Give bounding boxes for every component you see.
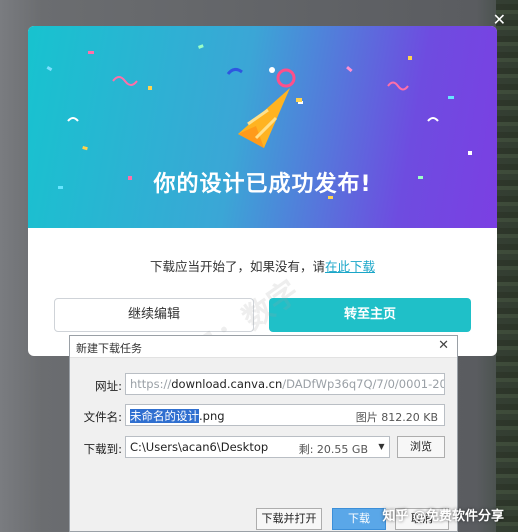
url-path: /DADfWp36q7Q/7/0/0001-2004215 [282,377,444,391]
browse-button[interactable]: 浏览 [397,436,445,458]
dialog-close-icon[interactable]: ✕ [438,338,449,353]
dialog-title: 新建下载任务 [76,342,142,355]
download-message-text: 下载应当开始了，如果没有，请 [149,259,325,274]
url-field[interactable]: https://download.canva.cn/DADfWp36q7Q/7/… [125,373,445,395]
continue-editing-button[interactable]: 继续编辑 [54,298,254,332]
publish-success-dialog: 你的设计已成功发布! 下载应当开始了，如果没有，请在此下载 继续编辑 转至主页 [28,26,497,356]
celebration-banner: 你的设计已成功发布! [28,26,497,228]
dialog-titlebar: 新建下载任务 ✕ [70,336,457,358]
download-button[interactable]: 下载 [332,508,386,530]
download-task-dialog: 新建下载任务 ✕ 网址: https://download.canva.cn/D… [69,335,458,532]
path-dropdown-icon[interactable]: ▼ [374,436,390,458]
save-location-row: 下载到: C:\Users\acan6\Desktop 剩: 20.55 GB … [70,436,457,460]
party-popper-icon [238,67,302,148]
save-location-label: 下载到: [83,442,122,456]
save-path-field[interactable]: C:\Users\acan6\Desktop 剩: 20.55 GB [125,436,375,458]
file-info: 图片 812.20 KB [356,409,438,425]
url-row: 网址: https://download.canva.cn/DADfWp36q7… [70,373,457,397]
url-label: 网址: [95,379,122,393]
go-to-home-button[interactable]: 转至主页 [269,298,471,332]
filename-row: 文件名: 未命名的设计.png 图片 812.20 KB [70,404,457,428]
download-here-link[interactable]: 在此下载 [325,259,375,274]
filename-selected-text: 未命名的设计 [130,409,199,423]
download-message: 下载应当开始了，如果没有，请在此下载 [28,256,497,275]
download-and-open-button[interactable]: 下载并打开 [256,508,322,530]
url-scheme: https:// [130,377,172,391]
file-size: 812.20 KB [381,411,438,424]
source-watermark: 知乎 @免费软件分享 [382,509,504,524]
free-space: 剩: 20.55 GB [298,443,368,456]
file-type: 图片 [355,411,378,424]
filename-field[interactable]: 未命名的设计.png 图片 812.20 KB [125,404,445,426]
publish-success-title: 你的设计已成功发布! [153,172,372,197]
filename-label: 文件名: [83,410,122,424]
save-path-text: C:\Users\acan6\Desktop [130,440,269,454]
filename-extension: .png [199,409,225,423]
url-host: download.canva.cn [171,377,283,391]
